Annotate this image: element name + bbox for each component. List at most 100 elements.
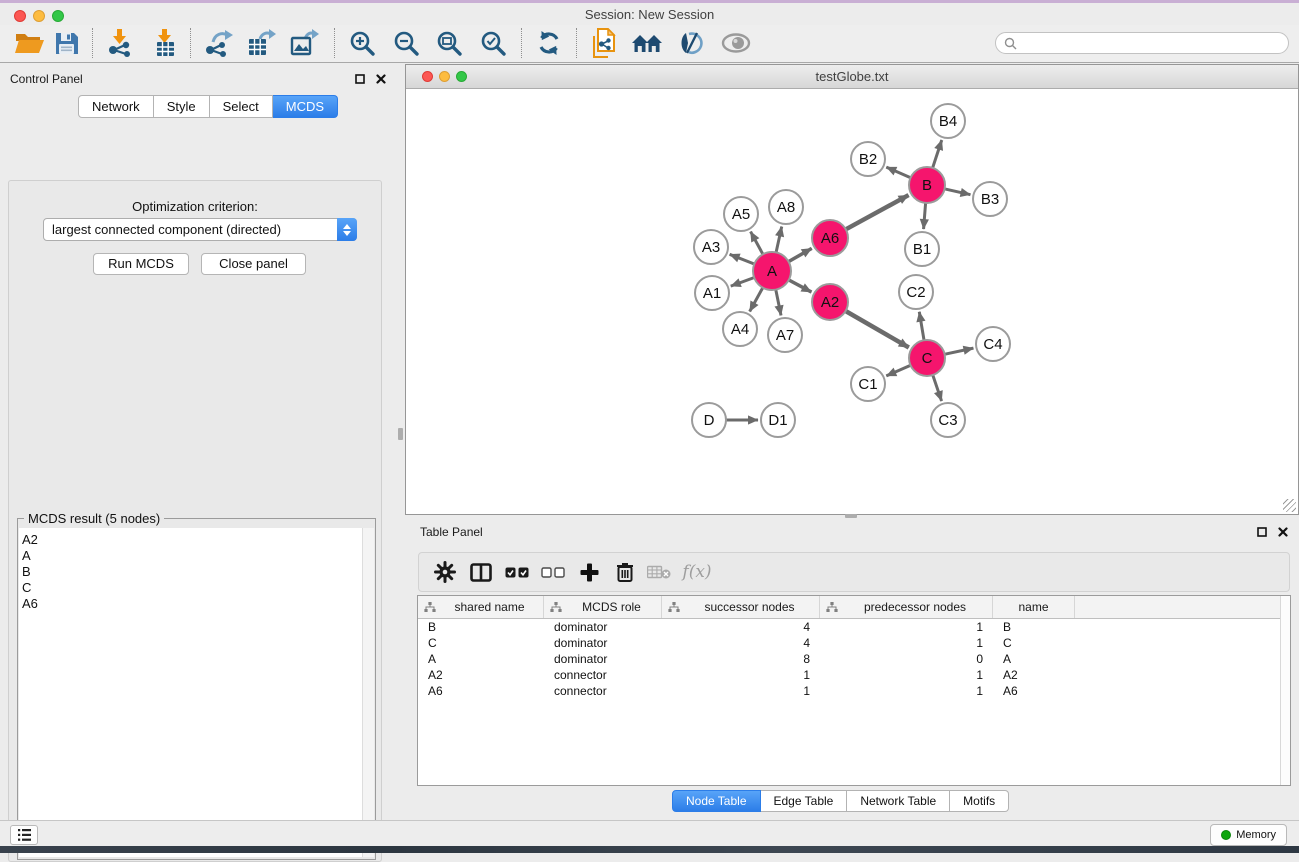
edge-A-A3[interactable] <box>730 254 757 264</box>
search-input[interactable] <box>1017 35 1288 51</box>
node-A8[interactable]: A8 <box>769 190 803 224</box>
node-B[interactable]: B <box>909 167 945 203</box>
table-row[interactable]: A6connector11A6 <box>418 683 1290 699</box>
table-settings-button[interactable] <box>427 561 463 583</box>
edge-A-A4[interactable] <box>750 286 764 312</box>
save-session-button[interactable] <box>49 27 83 59</box>
birds-eye-view-button[interactable] <box>719 27 753 59</box>
table-row[interactable]: Bdominator41B <box>418 619 1290 635</box>
table-row[interactable]: Cdominator41C <box>418 635 1290 651</box>
add-column-button[interactable] <box>571 563 607 582</box>
node-D1[interactable]: D1 <box>761 403 795 437</box>
edge-A-A5[interactable] <box>751 232 764 256</box>
session-networks-button[interactable] <box>588 27 622 59</box>
result-list-item[interactable]: C <box>22 580 363 596</box>
open-session-button[interactable] <box>12 27 46 59</box>
show-graphics-details-button[interactable] <box>674 27 708 59</box>
edge-A6-B[interactable] <box>844 195 909 230</box>
node-B4[interactable]: B4 <box>931 104 965 138</box>
node-C4[interactable]: C4 <box>976 327 1010 361</box>
edge-A-A1[interactable] <box>731 277 756 286</box>
column-header-shared-name[interactable]: shared name <box>418 596 544 618</box>
node-A6[interactable]: A6 <box>812 220 848 256</box>
mcds-result-list[interactable]: A2ABCA6 <box>19 528 363 857</box>
edge-A-A2[interactable] <box>787 279 811 292</box>
node-A1[interactable]: A1 <box>695 276 729 310</box>
column-header-predecessor-nodes[interactable]: predecessor nodes <box>820 596 993 618</box>
split-handle[interactable] <box>398 428 403 440</box>
network-canvas[interactable]: AA1A3A5A8A4A7A6A2BB1B2B3B4CC1C2C3C4DD1 <box>406 88 1298 514</box>
result-list-item[interactable]: A6 <box>22 596 363 612</box>
edge-A2-C[interactable] <box>844 310 909 348</box>
result-list-item[interactable]: A2 <box>22 532 363 548</box>
zoom-out-button[interactable] <box>389 27 423 59</box>
float-panel-button[interactable] <box>354 73 366 85</box>
apply-layout-button[interactable] <box>532 27 566 59</box>
network-graph[interactable]: AA1A3A5A8A4A7A6A2BB1B2B3B4CC1C2C3C4DD1 <box>406 88 1298 514</box>
edge-C-C3[interactable] <box>932 373 941 401</box>
function-builder-button[interactable]: f(x) <box>675 562 719 582</box>
table-scrollbar[interactable] <box>1280 596 1290 785</box>
edge-B-B2[interactable] <box>886 167 912 178</box>
zoom-fit-button[interactable] <box>432 27 466 59</box>
run-mcds-button[interactable]: Run MCDS <box>93 253 189 275</box>
edge-A-A6[interactable] <box>787 248 812 262</box>
tab-network-table[interactable]: Network Table <box>847 790 950 812</box>
zoom-selected-button[interactable] <box>476 27 510 59</box>
close-panel-button[interactable] <box>1277 526 1289 538</box>
tab-edge-table[interactable]: Edge Table <box>761 790 848 812</box>
float-panel-button[interactable] <box>1256 526 1268 538</box>
node-A7[interactable]: A7 <box>768 318 802 352</box>
close-panel-button[interactable] <box>375 73 387 85</box>
tab-node-table[interactable]: Node Table <box>672 790 761 812</box>
node-table[interactable]: shared nameMCDS rolesuccessor nodesprede… <box>417 595 1291 786</box>
node-C1[interactable]: C1 <box>851 367 885 401</box>
node-A4[interactable]: A4 <box>723 312 757 346</box>
table-row[interactable]: Adominator80A <box>418 651 1290 667</box>
delete-table-button[interactable] <box>643 565 675 579</box>
node-C3[interactable]: C3 <box>931 403 965 437</box>
column-header-MCDS-role[interactable]: MCDS role <box>544 596 662 618</box>
home-button[interactable] <box>630 27 664 59</box>
node-B1[interactable]: B1 <box>905 232 939 266</box>
memory-button[interactable]: Memory <box>1210 824 1287 846</box>
edge-C-C4[interactable] <box>943 348 974 355</box>
edge-B-B4[interactable] <box>932 140 942 170</box>
show-columns-button[interactable] <box>463 563 499 582</box>
show-task-history-button[interactable] <box>10 825 38 845</box>
node-C[interactable]: C <box>909 340 945 376</box>
node-A2[interactable]: A2 <box>812 284 848 320</box>
tab-network[interactable]: Network <box>78 95 154 118</box>
delete-column-button[interactable] <box>607 562 643 582</box>
criterion-select[interactable]: largest connected component (directed) <box>43 218 357 241</box>
table-row[interactable]: A2connector11A2 <box>418 667 1290 683</box>
zoom-in-button[interactable] <box>345 27 379 59</box>
tab-style[interactable]: Style <box>154 95 210 118</box>
node-C2[interactable]: C2 <box>899 275 933 309</box>
node-A3[interactable]: A3 <box>694 230 728 264</box>
import-table-button[interactable] <box>148 27 182 59</box>
edge-A-A8[interactable] <box>776 227 782 255</box>
import-network-button[interactable] <box>103 27 137 59</box>
node-D[interactable]: D <box>692 403 726 437</box>
edge-B-B1[interactable] <box>924 201 926 229</box>
column-header-name[interactable]: name <box>993 596 1075 618</box>
export-table-button[interactable] <box>244 27 278 59</box>
select-all-button[interactable] <box>499 567 535 578</box>
result-list-item[interactable]: B <box>22 564 363 580</box>
edge-A-A7[interactable] <box>775 288 781 316</box>
edge-B-B3[interactable] <box>943 188 971 194</box>
deselect-all-button[interactable] <box>535 567 571 578</box>
export-image-button[interactable] <box>287 27 321 59</box>
result-scrollbar[interactable] <box>362 528 374 857</box>
edge-C-C2[interactable] <box>919 312 924 342</box>
close-panel-button-mcds[interactable]: Close panel <box>201 253 306 275</box>
export-network-button[interactable] <box>201 27 235 59</box>
node-A5[interactable]: A5 <box>724 197 758 231</box>
search-field[interactable] <box>995 32 1289 54</box>
edge-C-C1[interactable] <box>886 364 912 375</box>
tab-select[interactable]: Select <box>210 95 273 118</box>
node-A[interactable]: A <box>753 252 791 290</box>
resize-grip-icon[interactable] <box>1283 499 1296 512</box>
tab-motifs[interactable]: Motifs <box>950 790 1009 812</box>
